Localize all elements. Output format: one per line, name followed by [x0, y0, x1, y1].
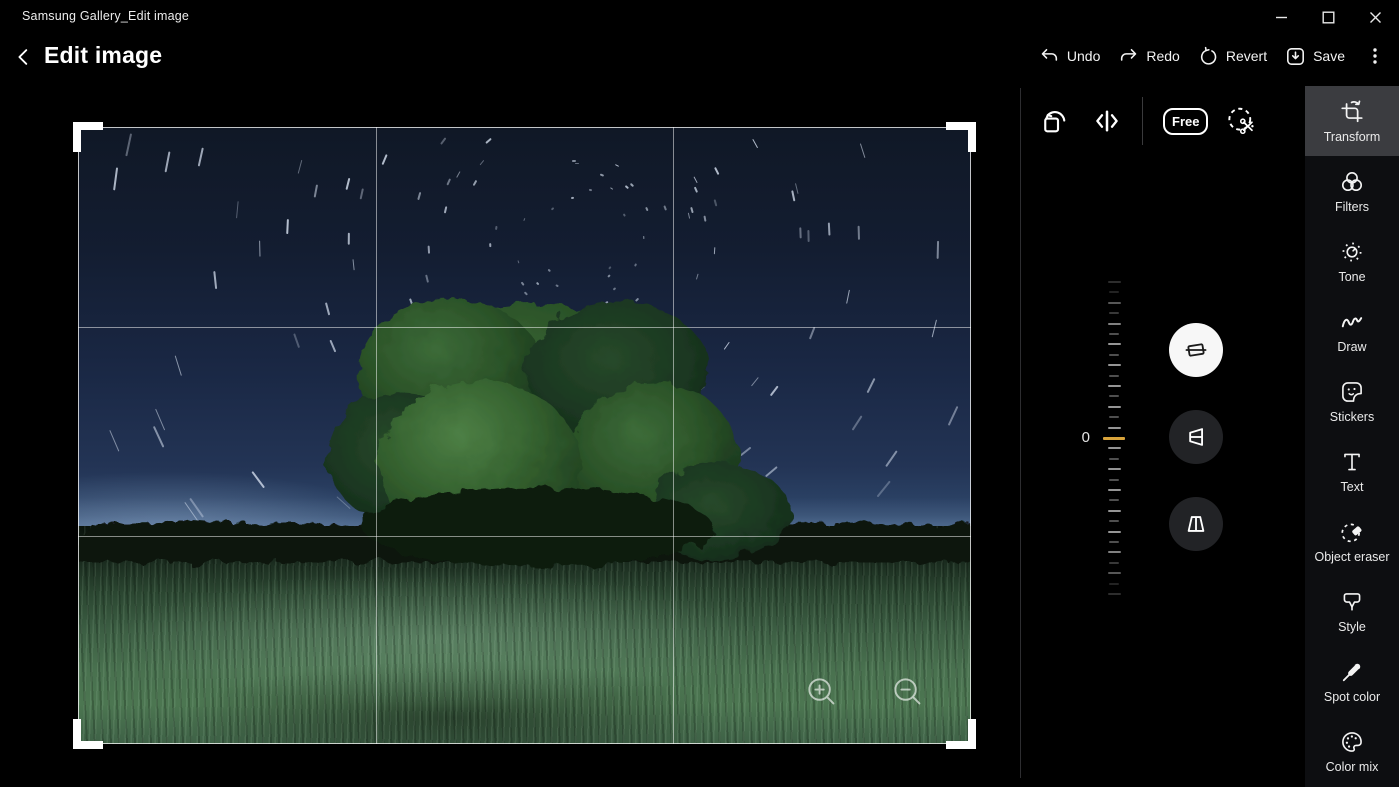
photo-tree-layer	[78, 127, 971, 744]
sidebar-item-spot-color[interactable]: Spot color	[1305, 646, 1399, 716]
crop-handle-bottom-left[interactable]	[73, 719, 103, 749]
sidebar-item-label: Spot color	[1324, 691, 1380, 704]
redo-button[interactable]: Redo	[1118, 46, 1179, 67]
spot-color-dropper-icon	[1339, 659, 1365, 685]
tone-dial-icon	[1339, 239, 1365, 265]
vertical-perspective-icon	[1183, 424, 1209, 450]
crop-handle-top-right[interactable]	[946, 122, 976, 152]
straighten-icon	[1183, 337, 1209, 363]
crop-handle-bottom-right[interactable]	[946, 719, 976, 749]
titlebar: Samsung Gallery_Edit image	[0, 0, 1399, 34]
lasso-crop-icon	[1224, 104, 1258, 138]
draw-squiggle-icon	[1339, 309, 1365, 335]
sidebar-item-tone[interactable]: Tone	[1305, 226, 1399, 296]
lasso-crop-button[interactable]	[1224, 104, 1258, 138]
close-button[interactable]	[1352, 0, 1399, 34]
sticker-smiley-icon	[1339, 379, 1365, 405]
undo-button[interactable]: Undo	[1039, 46, 1100, 67]
save-label: Save	[1313, 48, 1345, 64]
page-title: Edit image	[44, 42, 162, 69]
zoom-in-button[interactable]	[805, 675, 839, 709]
rotate-button[interactable]	[1040, 106, 1070, 136]
sidebar-item-label: Transform	[1324, 131, 1381, 144]
window-title: Samsung Gallery_Edit image	[22, 9, 189, 23]
horizontal-perspective-tab[interactable]	[1169, 497, 1223, 551]
redo-label: Redo	[1146, 48, 1179, 64]
sidebar-item-draw[interactable]: Draw	[1305, 296, 1399, 366]
header-actions: Undo Redo Revert Save	[1039, 40, 1387, 72]
transform-toolbar: Free	[1040, 96, 1258, 146]
aspect-ratio-button[interactable]: Free	[1163, 108, 1208, 135]
color-mix-palette-icon	[1339, 729, 1365, 755]
sidebar-item-label: Style	[1338, 621, 1366, 634]
zoom-out-magnifier-icon	[891, 675, 925, 709]
text-serif-t-icon	[1339, 449, 1365, 475]
sidebar-item-color-mix[interactable]: Color mix	[1305, 716, 1399, 786]
maximize-button[interactable]	[1305, 0, 1352, 34]
tool-sidebar: Transform Filters Tone Draw Stickers Tex…	[1305, 86, 1399, 787]
maximize-icon	[1321, 10, 1336, 25]
sidebar-item-transform[interactable]: Transform	[1305, 86, 1399, 156]
save-icon	[1285, 46, 1306, 67]
sidebar-item-label: Object eraser	[1314, 551, 1389, 564]
adjust-tabs	[1169, 323, 1223, 584]
redo-icon	[1118, 46, 1139, 67]
undo-icon	[1039, 46, 1060, 67]
revert-button[interactable]: Revert	[1198, 46, 1267, 67]
sidebar-item-text[interactable]: Text	[1305, 436, 1399, 506]
close-icon	[1368, 10, 1383, 25]
sidebar-item-style[interactable]: Style	[1305, 576, 1399, 646]
flip-horizontal-icon	[1092, 106, 1122, 136]
toolbar-separator	[1142, 97, 1143, 145]
window-controls	[1258, 0, 1399, 34]
revert-icon	[1198, 46, 1219, 67]
sidebar-item-label: Filters	[1335, 201, 1369, 214]
straighten-tab[interactable]	[1169, 323, 1223, 377]
zoom-in-magnifier-icon	[805, 675, 839, 709]
panel-divider	[1020, 88, 1021, 778]
crop-handle-top-left[interactable]	[73, 122, 103, 152]
revert-label: Revert	[1226, 48, 1267, 64]
horizontal-perspective-icon	[1183, 511, 1209, 537]
sidebar-item-label: Text	[1341, 481, 1364, 494]
back-chevron-icon	[13, 46, 35, 68]
crop-canvas[interactable]	[78, 127, 971, 744]
undo-label: Undo	[1067, 48, 1100, 64]
photo	[78, 127, 971, 744]
save-button[interactable]: Save	[1285, 46, 1345, 67]
style-brush-icon	[1339, 589, 1365, 615]
sidebar-item-stickers[interactable]: Stickers	[1305, 366, 1399, 436]
more-options-icon	[1366, 47, 1384, 65]
sidebar-item-label: Tone	[1338, 271, 1365, 284]
transform-crop-rotate-icon	[1339, 99, 1365, 125]
more-options-button[interactable]	[1363, 41, 1387, 71]
minimize-icon	[1274, 10, 1289, 25]
sidebar-item-label: Draw	[1337, 341, 1366, 354]
minimize-button[interactable]	[1258, 0, 1305, 34]
vertical-perspective-tab[interactable]	[1169, 410, 1223, 464]
rotate-left-icon	[1040, 106, 1070, 136]
straighten-ruler[interactable]	[1096, 281, 1132, 596]
sidebar-item-filters[interactable]: Filters	[1305, 156, 1399, 226]
sidebar-item-label: Color mix	[1326, 761, 1379, 774]
object-eraser-icon	[1339, 519, 1365, 545]
back-button[interactable]	[8, 42, 40, 72]
zoom-out-button[interactable]	[891, 675, 925, 709]
filters-circles-icon	[1339, 169, 1365, 195]
flip-horizontal-button[interactable]	[1092, 106, 1122, 136]
sidebar-item-label: Stickers	[1330, 411, 1374, 424]
sidebar-item-object-eraser[interactable]: Object eraser	[1305, 506, 1399, 576]
straighten-value: 0	[1072, 429, 1090, 446]
